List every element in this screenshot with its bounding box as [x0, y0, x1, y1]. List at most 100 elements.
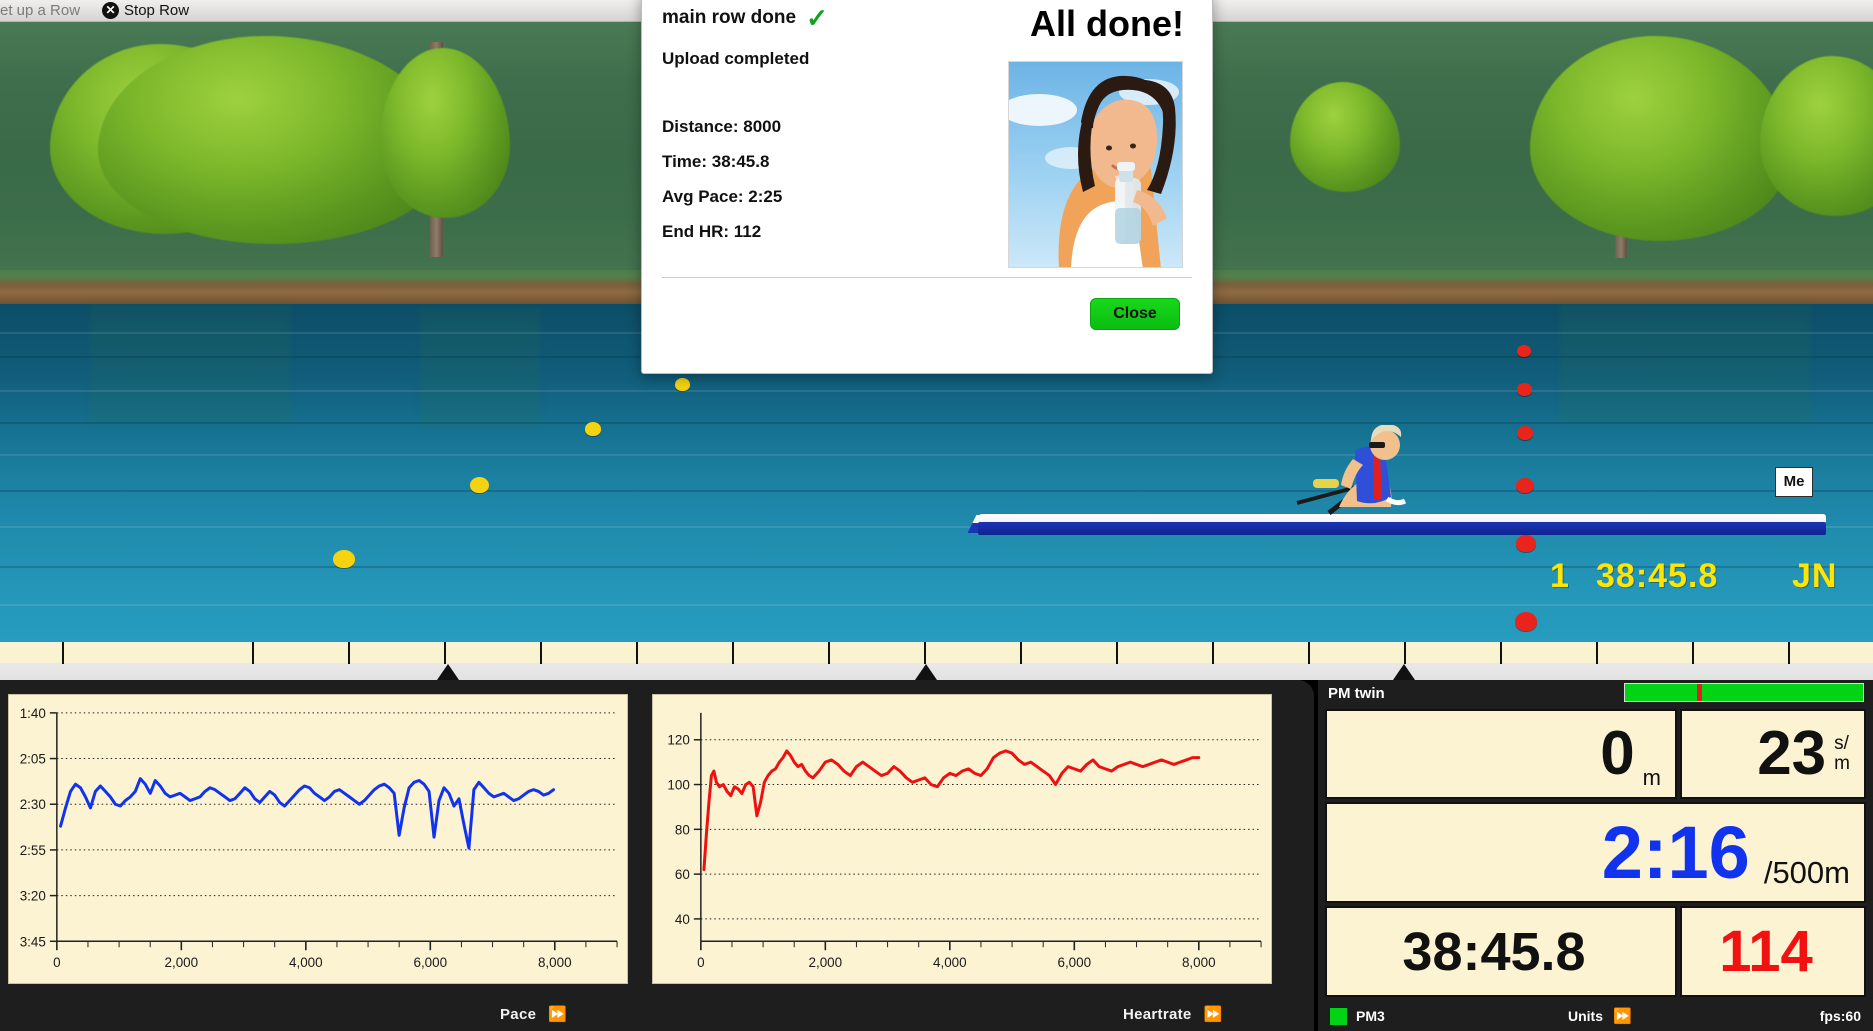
ruler-tick [444, 642, 446, 664]
pm-stroke-rate-cell[interactable]: 23 s/ m [1680, 709, 1866, 799]
boat-position-marker[interactable] [1393, 664, 1415, 680]
water-reflection [420, 308, 540, 428]
pm-status-bar: PM3 Units ⏩ fps:60 [1318, 1003, 1873, 1029]
ruler-tick [924, 642, 926, 664]
heartrate-chart-svg: 40 60 80 100 120 0 2,000 4,000 6,000 8,000 [667, 712, 1262, 970]
stat-time: Time: 38:45.8 [662, 152, 770, 171]
lane-buoy [333, 550, 355, 568]
pm-rate-unit-bottom: m [1834, 753, 1850, 774]
close-circle-icon: ✕ [102, 2, 120, 19]
course-timeline-ruler[interactable] [0, 642, 1873, 680]
pm-header: PM twin [1318, 680, 1873, 706]
ruler-tick [1596, 642, 1598, 664]
svg-text:1:40: 1:40 [20, 706, 46, 721]
ruler-tick [540, 642, 542, 664]
fast-forward-icon[interactable]: ⏩ [1204, 1005, 1223, 1023]
pm-distance-unit: m [1642, 765, 1661, 790]
lane-buoy [1517, 426, 1533, 440]
fast-forward-icon[interactable]: ⏩ [548, 1005, 567, 1023]
pm-force-bar-marker [1697, 684, 1702, 701]
water-ripple [0, 390, 1873, 392]
water-reflection [90, 304, 290, 424]
svg-text:40: 40 [675, 912, 690, 927]
water-ripple [0, 422, 1873, 424]
stop-row-label: Stop Row [124, 2, 190, 19]
ruler-tick [1212, 642, 1214, 664]
pm-distance-cell[interactable]: 0 m [1325, 709, 1677, 799]
dialog-title: All done! [1030, 3, 1184, 44]
pm-rate-unit-top: s/ [1834, 733, 1849, 755]
dialog-divider [662, 277, 1192, 278]
units-toggle[interactable]: Units ⏩ [1568, 1007, 1632, 1025]
charts-panel: 1:40 2:05 2:30 2:55 3:20 3:45 0 2,000 4,000 6,00… [0, 680, 1314, 1031]
pm-pace-unit: /500m [1763, 855, 1850, 890]
stat-end-hr: End HR: 112 [662, 222, 762, 241]
pm-pace-cell[interactable]: 2:16 /500m [1325, 802, 1866, 903]
race-elapsed-time: 38:45.8 [1596, 557, 1719, 595]
svg-text:3:45: 3:45 [20, 934, 46, 949]
svg-text:0: 0 [53, 955, 60, 970]
celebration-photo [1008, 61, 1183, 268]
dialog-left-column: main row done ✓ Upload completed Distanc… [662, 5, 962, 257]
ruler-tick [1116, 642, 1118, 664]
race-position: 1 [1550, 557, 1570, 595]
pm-force-bar [1624, 683, 1864, 702]
pace-chart[interactable]: 1:40 2:05 2:30 2:55 3:20 3:45 0 2,000 4,000 6,00… [8, 694, 628, 984]
svg-text:4,000: 4,000 [289, 955, 323, 970]
setup-a-row-button[interactable]: et up a Row [0, 2, 80, 19]
me-label-flag: Me [1775, 467, 1813, 497]
pm-heartrate-cell[interactable]: 114 [1680, 906, 1866, 997]
race-competitor-name: JN [1792, 557, 1838, 595]
boat-hull-blue [978, 522, 1826, 535]
heartrate-chart[interactable]: 40 60 80 100 120 0 2,000 4,000 6,000 8,000 [652, 694, 1272, 984]
boat-position-marker[interactable] [437, 664, 459, 680]
lane-buoy [470, 477, 489, 493]
boat-position-marker[interactable] [915, 664, 937, 680]
pm-time-cell[interactable]: 38:45.8 [1325, 906, 1677, 997]
ruler-tick [1692, 642, 1694, 664]
heartrate-chart-footer-label[interactable]: Heartrate ⏩ [1123, 1005, 1223, 1024]
ruler-tick [62, 642, 64, 664]
ruler-tick [1020, 642, 1022, 664]
water-ripple [0, 490, 1873, 492]
pm-distance-value: 0 [1600, 719, 1635, 788]
water-ripple [0, 604, 1873, 606]
svg-text:4,000: 4,000 [933, 955, 967, 970]
svg-text:60: 60 [675, 867, 690, 882]
pace-chart-footer-label[interactable]: Pace ⏩ [500, 1005, 567, 1024]
pm-row-bottom: 38:45.8 114 [1325, 906, 1866, 997]
celebration-photo-svg [1009, 62, 1182, 267]
stop-row-button[interactable]: ✕ Stop Row [102, 2, 189, 19]
pm-row-top: 0 m 23 s/ m [1325, 709, 1866, 799]
lane-buoy [1517, 345, 1531, 357]
fps-counter: fps:60 [1819, 1008, 1861, 1024]
lane-buoy [1516, 478, 1534, 493]
stat-avg-pace: Avg Pace: 2:25 [662, 187, 783, 206]
pm-stroke-rate-unit: s/ m [1834, 734, 1850, 774]
ruler-tick [636, 642, 638, 664]
svg-text:0: 0 [697, 955, 704, 970]
svg-text:2,000: 2,000 [165, 955, 199, 970]
dialog-subheading: Upload completed [662, 49, 810, 68]
pm-title: PM twin [1328, 684, 1385, 702]
water-ripple [0, 454, 1873, 456]
ruler-tick [1308, 642, 1310, 664]
ruler-tick [1500, 642, 1502, 664]
green-check-icon: ✓ [806, 3, 828, 33]
svg-text:6,000: 6,000 [1057, 955, 1091, 970]
pm3-connected-indicator [1330, 1007, 1347, 1025]
lane-buoy [585, 422, 601, 436]
pm-time-value: 38:45.8 [1402, 921, 1586, 982]
stat-distance: Distance: 8000 [662, 117, 782, 136]
lane-buoy [1517, 383, 1532, 396]
setup-a-row-label: et up a Row [0, 2, 81, 19]
close-button[interactable]: Close [1090, 298, 1180, 330]
pm-readout-grid: 0 m 23 s/ m 2:16 /500m 38:45.8 114 [1325, 709, 1866, 1000]
me-label-text: Me [1783, 473, 1805, 490]
ruler-tick [732, 642, 734, 664]
lane-buoy [675, 378, 690, 391]
lane-buoy [1515, 612, 1537, 631]
dialog-stats-list: Distance: 8000 Time: 38:45.8 Avg Pace: 2… [662, 117, 962, 242]
fast-forward-icon[interactable]: ⏩ [1613, 1007, 1632, 1025]
workout-complete-dialog[interactable]: main row done ✓ Upload completed Distanc… [641, 0, 1213, 374]
